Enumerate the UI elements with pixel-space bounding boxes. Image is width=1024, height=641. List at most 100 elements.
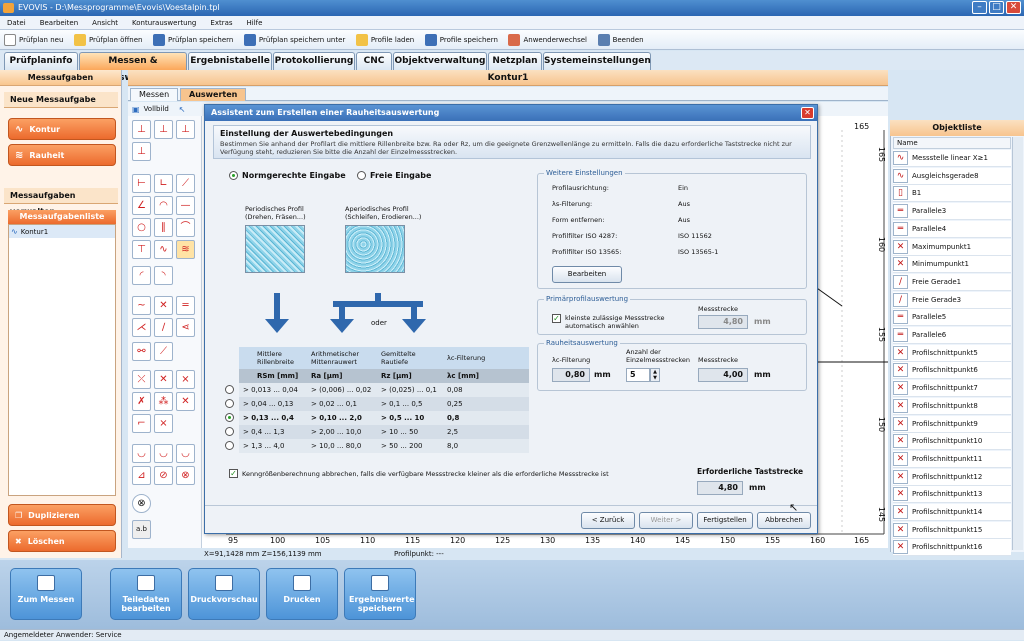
table-row[interactable]: > 0,4 ... 1,3 > 2,00 ... 10,0 > 10 ... 50 2…: [225, 425, 529, 439]
intersect-tool[interactable]: ⋌: [132, 318, 151, 337]
corner-tool[interactable]: ∟: [154, 174, 173, 193]
target-tool[interactable]: ⊗: [176, 466, 195, 485]
tab-evaluate[interactable]: Auswerten: [180, 88, 247, 101]
menu-edit[interactable]: Bearbeiten: [33, 16, 85, 30]
x-small-tool[interactable]: ×: [154, 414, 173, 433]
fullscreen-button[interactable]: Vollbild: [144, 105, 169, 113]
radio-norm[interactable]: Normgerechte Eingabe: [229, 171, 346, 180]
cursor-icon[interactable]: ↖: [179, 105, 186, 114]
object-list-item[interactable]: ✕ Profilschnittpunkt16: [893, 539, 1011, 557]
object-list-item[interactable]: ✕ Profilschnittpunkt8: [893, 397, 1011, 415]
object-list-item[interactable]: ∕ Freie Gerade3: [893, 291, 1011, 309]
table-row-radio[interactable]: [225, 441, 234, 450]
arc-tool[interactable]: ◠: [154, 196, 173, 215]
close-button[interactable]: ✕: [1006, 1, 1021, 14]
roughness-button[interactable]: ≋ Rauheit: [8, 144, 116, 166]
segment-count-field[interactable]: 5: [626, 368, 650, 382]
line-tool[interactable]: —: [176, 196, 195, 215]
back-button[interactable]: < Zurück: [581, 512, 635, 529]
list-item[interactable]: ∿ Kontur1: [9, 225, 115, 238]
object-list-item[interactable]: ✕ Profilschnittpunkt6: [893, 362, 1011, 380]
menu-extras[interactable]: Extras: [203, 16, 239, 30]
lc-filter-field[interactable]: 0,80: [552, 368, 590, 382]
load-profiles-button[interactable]: Profile laden: [352, 31, 418, 49]
radius-tool[interactable]: ◜: [132, 266, 151, 285]
chain-tool[interactable]: ⚯: [132, 342, 151, 361]
roughness-length-field[interactable]: 4,00: [698, 368, 748, 382]
contour-button[interactable]: ∿ Kontur: [8, 118, 116, 140]
periodic-profile-image[interactable]: [245, 225, 305, 273]
object-list-item[interactable]: ✕ Profilschnittpunkt11: [893, 450, 1011, 468]
table-row-radio[interactable]: [225, 413, 234, 422]
x-corner-tool[interactable]: ⌐: [132, 414, 151, 433]
abort-checkbox-box[interactable]: ✓: [229, 469, 238, 478]
slash-tool[interactable]: ∕: [154, 318, 173, 337]
axis-tool-1[interactable]: ⊥: [132, 120, 151, 139]
object-list-item[interactable]: ✕ Profilschnittpunkt13: [893, 486, 1011, 504]
tab-pruefplaninfo[interactable]: Prüfplaninfo: [4, 52, 78, 70]
object-list-scrollbar[interactable]: [1012, 137, 1023, 550]
save-profiles-button[interactable]: Profile speichern: [421, 31, 502, 49]
finish-button[interactable]: Fertigstellen: [697, 512, 753, 529]
radio-free-dot[interactable]: [357, 171, 366, 180]
axis-tool-4[interactable]: ⊥: [132, 142, 151, 161]
object-list-item[interactable]: ✕ Profilschnittpunkt9: [893, 415, 1011, 433]
fan-tool[interactable]: ⋖: [176, 318, 195, 337]
curve-tool[interactable]: ⌒: [176, 218, 195, 237]
tab-ergebnistabelle[interactable]: Ergebnistabelle: [188, 52, 272, 70]
object-list-item[interactable]: ∿ Ausgleichsgerade8: [893, 167, 1011, 185]
object-list-item[interactable]: ═ Parallele6: [893, 327, 1011, 344]
x-line-tool[interactable]: ⤫: [132, 370, 151, 389]
axis-tool-5[interactable]: ⊢: [132, 174, 151, 193]
aperiodic-profile-image[interactable]: [345, 225, 405, 273]
object-list-item[interactable]: ✕ Profilschnittpunkt14: [893, 504, 1011, 521]
object-list-item[interactable]: ∿ Messstelle linear X≥1: [893, 150, 1011, 167]
task-list[interactable]: ∿ Kontur1: [8, 224, 116, 496]
wave-tool[interactable]: ∿: [154, 240, 173, 259]
to-measure-button[interactable]: Zum Messen: [10, 568, 82, 620]
tab-netzplan[interactable]: Netzplan: [488, 52, 542, 70]
open-plan-button[interactable]: Prüfplan öffnen: [70, 31, 147, 49]
object-list-item[interactable]: ▯ B1: [893, 185, 1011, 203]
save-plan-as-button[interactable]: Prüfplan speichern unter: [240, 31, 349, 49]
tab-objektverwaltung[interactable]: Objektverwaltung: [393, 52, 487, 70]
valley-tool[interactable]: ◡: [132, 444, 151, 463]
x-flat-tool[interactable]: ⨯: [176, 370, 195, 389]
valley-x2-tool[interactable]: ◡: [176, 444, 195, 463]
circle-tool[interactable]: ○: [132, 218, 151, 237]
wave-line-tool[interactable]: ~: [132, 296, 151, 315]
object-list-column[interactable]: Name: [893, 137, 1011, 149]
table-row-radio[interactable]: [225, 385, 234, 394]
object-list-item[interactable]: ✕ Profilschnittpunkt5: [893, 344, 1011, 362]
dialog-close-button[interactable]: ✕: [801, 107, 814, 119]
next-button[interactable]: Weiter >: [639, 512, 693, 529]
maximize-button[interactable]: □: [989, 1, 1004, 14]
angle-tool[interactable]: ⟋: [176, 174, 195, 193]
object-list-item[interactable]: ✕ Maximumpunkt1: [893, 238, 1011, 256]
new-plan-button[interactable]: Prüfplan neu: [0, 31, 67, 49]
radius-tool-2[interactable]: ◝: [154, 266, 173, 285]
exit-button[interactable]: Beenden: [594, 31, 648, 49]
menu-help[interactable]: Hilfe: [240, 16, 270, 30]
radio-norm-dot[interactable]: [229, 171, 238, 180]
tab-cnc[interactable]: CNC: [356, 52, 392, 70]
axis-tool-2[interactable]: ⊥: [154, 120, 173, 139]
object-list-item[interactable]: ═ Parallele3: [893, 203, 1011, 221]
primary-auto-checkbox-box[interactable]: ✓: [552, 314, 561, 323]
tab-systemeinstellungen[interactable]: Systemeinstellungen: [543, 52, 651, 70]
loop-tool[interactable]: ⊘: [154, 466, 173, 485]
table-row-radio[interactable]: [225, 399, 234, 408]
edit-part-data-button[interactable]: Teiledaten bearbeiten: [110, 568, 182, 620]
roughness-tool[interactable]: ≋: [176, 240, 195, 259]
radio-free[interactable]: Freie Eingabe: [357, 171, 431, 180]
table-row-radio[interactable]: [225, 427, 234, 436]
tab-measure[interactable]: Messen: [130, 88, 179, 101]
menu-view[interactable]: Ansicht: [85, 16, 125, 30]
cancel-button[interactable]: Abbrechen: [757, 512, 811, 529]
delete-button[interactable]: ✖ Löschen: [8, 530, 116, 552]
tab-messen-auswerten[interactable]: Messen & Auswerten: [79, 52, 187, 83]
table-row[interactable]: > 0,04 ... 0,13 > 0,02 ... 0,1 > 0,1 ... 0…: [225, 397, 529, 411]
hook-tool[interactable]: ⊿: [132, 466, 151, 485]
object-list-item[interactable]: ✕ Profilschnittpunkt12: [893, 468, 1011, 486]
x-mark-tool[interactable]: ✗: [132, 392, 151, 411]
